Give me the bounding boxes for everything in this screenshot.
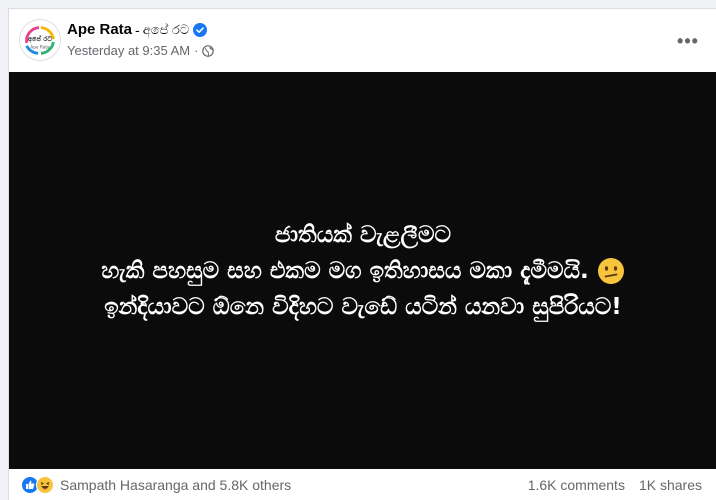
page-name-sinhala[interactable]: අපේ රට	[143, 22, 189, 38]
comments-count-link[interactable]: 1.6K comments	[528, 477, 625, 493]
page-name-separator: -	[135, 21, 140, 38]
post-image[interactable]: ජාතියක් වැළලීමට හැකි පහසුම සහ එකම මග ඉති…	[9, 72, 716, 469]
page-name-row: Ape Rata - අපේ රට	[67, 21, 208, 38]
meta-separator: ·	[194, 43, 199, 58]
haha-reaction-icon	[36, 476, 54, 494]
image-text-line-2: හැකි පහසුම සහ එකම මග ඉතිහාසය මකා දැමීමයි…	[101, 257, 589, 284]
post-meta: Yesterday at 9:35 AM ·	[67, 43, 215, 58]
post-footer: Sampath Hasaranga and 5.8K others 1.6K c…	[9, 469, 716, 500]
avatar-text: අපේ රට	[28, 35, 52, 44]
reactions-summary[interactable]: Sampath Hasaranga and 5.8K others	[21, 476, 291, 494]
image-text-line-1: ජාතියක් වැළලීමට	[274, 221, 452, 248]
confused-face-emoji-icon	[597, 257, 625, 285]
avatar-subtext: Ape Rata	[30, 45, 50, 51]
page-avatar[interactable]: අපේ රට Ape Rata	[19, 19, 61, 61]
verified-badge-icon	[193, 22, 208, 37]
post-card: අපේ රට Ape Rata Ape Rata - අපේ රට Yester…	[8, 8, 716, 500]
more-options-icon: •••	[677, 30, 699, 51]
reactors-text[interactable]: Sampath Hasaranga and 5.8K others	[60, 477, 291, 493]
avatar-logo-icon: අපේ රට Ape Rata	[20, 20, 60, 60]
engagement-counts: 1.6K comments 1K shares	[528, 477, 702, 493]
globe-icon[interactable]	[202, 44, 215, 57]
shares-count-link[interactable]: 1K shares	[639, 477, 702, 493]
more-options-button[interactable]: •••	[674, 27, 702, 55]
post-header: අපේ රට Ape Rata Ape Rata - අපේ රට Yester…	[9, 9, 716, 71]
page-name-link[interactable]: Ape Rata	[67, 21, 132, 38]
image-text-line-2-row: හැකි පහසුම සහ එකම මග ඉතිහාසය මකා දැමීමයි…	[101, 253, 625, 289]
post-timestamp[interactable]: Yesterday at 9:35 AM	[67, 43, 190, 58]
image-text-line-3: ඉන්දියාවට ඕනෙ විදිහට වැඩේ යටින් යනවා සුප…	[104, 293, 622, 320]
